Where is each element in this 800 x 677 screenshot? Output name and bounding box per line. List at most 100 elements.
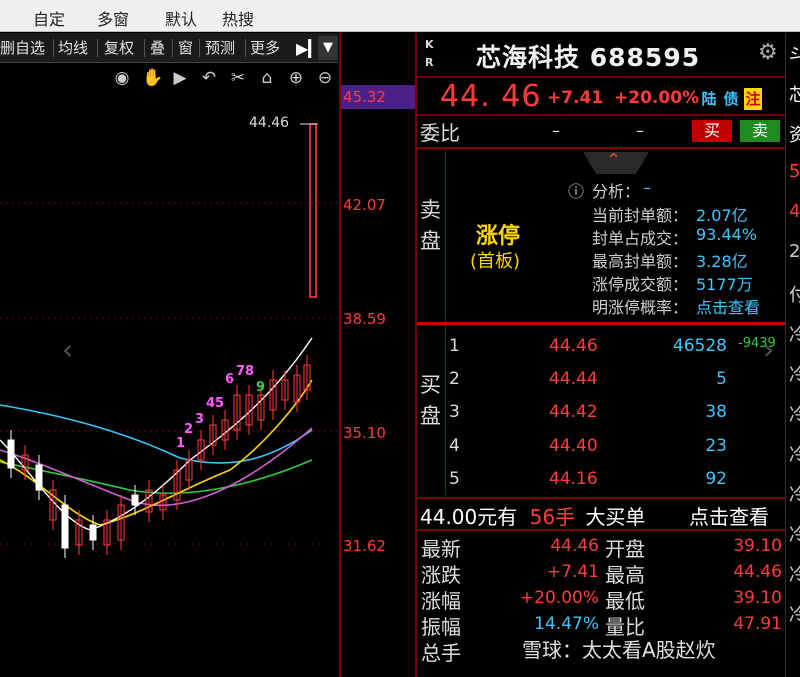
edge-char: 斗 [789,41,800,67]
menu-item-multiwindow[interactable]: 多窗 [97,6,129,30]
toolbar-remove-watchlist[interactable]: 删自选 [0,37,45,58]
undo-icon[interactable]: ↶ [199,68,219,88]
bid-level: 2 [449,369,460,389]
divider [339,33,341,677]
edge-char: 冷 [789,601,800,627]
lock-icon[interactable]: ⌂ [257,68,277,88]
chevron-up-icon[interactable]: ⌃ [606,150,621,171]
stat-label: 总手 [421,641,461,665]
candle-body [89,524,97,541]
analysis-value: – [643,178,651,197]
price-label: 45.32 [343,88,386,106]
menu-item-hot-search[interactable]: 热搜 [222,6,254,30]
chevron-left-icon[interactable]: ‹ [62,333,73,366]
weibi-diff: – [636,121,644,140]
buy-button[interactable]: 买 [692,120,732,142]
edge-char: 4 [789,201,800,222]
price-label: 31.62 [343,537,386,555]
stat-label: 最新 [421,537,461,561]
hand-icon[interactable]: ✋ [142,68,163,88]
bid-price: 44.46 [549,336,598,356]
limit-prob-link[interactable]: 点击查看 [696,294,760,318]
stat-label: 开盘 [605,537,645,561]
stat-value: +7.41 [546,562,599,582]
zoom-in-icon[interactable]: ⊕ [286,68,306,88]
info-icon[interactable]: ⓘ [568,178,584,202]
wave-label: 3 [195,412,205,427]
menu-item-custom[interactable]: 自定 [33,6,65,30]
stat-label: 涨幅 [421,589,461,613]
tag-hk-connect[interactable]: 陆 [700,88,718,110]
bid-price: 44.44 [549,369,598,389]
limit-up-candle [309,123,317,298]
weibi-value: – [552,121,560,140]
stock-name: 芯海科技 [476,43,581,72]
bid-volume: 5 [716,369,727,389]
ma60-line [0,404,313,464]
buy-side-label: 买盘 [420,373,441,428]
zoom-out-icon[interactable]: ⊖ [315,68,335,88]
edge-char: 冷 [789,521,800,547]
analysis-label: 分析： [592,182,641,201]
seal-ratio-label: 封单占成交： [592,229,689,248]
toolbar-adjust[interactable]: 复权 [104,37,134,58]
stat-value: 14.47% [534,614,599,634]
price-label: 42.07 [343,196,386,214]
toolbar-forecast[interactable]: 预测 [205,37,235,58]
tag-note[interactable]: 注 [744,88,762,110]
sell-button[interactable]: 卖 [740,120,780,142]
stat-label: 振幅 [421,615,461,639]
stat-value: 44.46 [733,562,782,582]
weibi-label: 委比 [420,121,460,145]
gear-icon[interactable]: ⚙ [758,40,778,65]
big-buy-banner: 44.00元有 56手 大买单 [420,501,645,530]
eye-icon[interactable]: ◉ [112,68,132,88]
play-icon[interactable]: ▶ [170,68,190,88]
toolbar-overlay[interactable]: 叠 [150,37,165,58]
stock-code: 688595 [589,43,701,72]
bid-price: 44.42 [549,402,598,422]
first-board-label: (首板) [470,251,521,272]
toolbar-more[interactable]: 更多 [250,37,280,58]
wave-label: 1 [176,436,186,451]
kline-chart[interactable] [0,92,340,677]
edge-char: 付 [789,281,800,307]
skip-forward-icon[interactable]: ▶▎ [296,39,321,58]
toolbar-moving-average[interactable]: 均线 [58,37,88,58]
last-price: 44. 46 [440,79,542,114]
bid-volume: 46528 [672,336,727,356]
ma10-line [0,379,313,526]
right-edge-panel: 斗芯资542付冷冷冷冷冷冷冷冷 [785,33,800,677]
last-price-marker: 44.46 [249,115,290,131]
stat-label: 最低 [605,589,645,613]
seal-amount-value: 2.07亿 [696,206,748,225]
bid-level: 5 [449,469,460,489]
stat-value: 39.10 [733,588,782,608]
big-buy-link[interactable]: 点击查看 [689,501,769,530]
big-buy-qty: 56手 [529,505,576,529]
seal-amount-label: 当前封单额： [592,206,689,225]
stat-value: +20.00% [519,588,599,608]
tag-bond[interactable]: 债 [722,88,740,110]
edge-char: 2 [789,241,800,262]
candle-body [131,494,139,506]
toolbar-window[interactable]: 窗 [178,37,193,58]
bid-price: 44.40 [549,436,598,456]
big-buy-text: 元有 [477,505,518,529]
bid-volume-change: -9439 [738,336,776,351]
price-change-pct: +20.00% [614,88,700,108]
scissors-icon[interactable]: ✂ [228,68,248,88]
big-buy-text: 大买单 [585,505,646,529]
edge-char: 冷 [789,441,800,467]
limit-up-label: 涨停 [476,224,521,249]
price-label: 38.59 [343,310,386,328]
price-label: 35.10 [343,424,386,442]
bid-volume: 92 [705,469,727,489]
chevron-down-icon[interactable]: ▼ [318,36,338,60]
edge-char: 冷 [789,321,800,347]
kr-tag: R [425,56,434,69]
stat-label: 涨跌 [421,563,461,587]
stat-value: 47.91 [733,614,782,634]
bid-level: 3 [449,402,460,422]
menu-item-default[interactable]: 默认 [165,6,197,30]
